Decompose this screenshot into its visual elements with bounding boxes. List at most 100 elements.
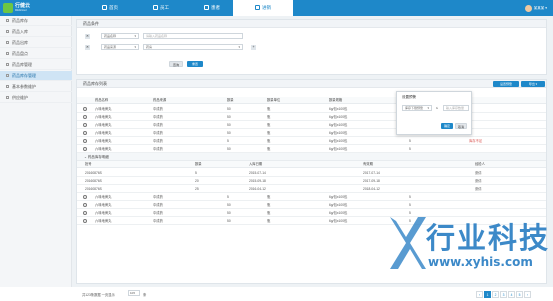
page-button[interactable]: 3 <box>500 291 507 298</box>
reset-button[interactable]: 重置 <box>187 61 203 67</box>
remove-condition-button[interactable]: ✕ <box>85 34 90 39</box>
popup-title: 设置预警 <box>402 95 416 99</box>
cell-spec: 6g/包x100包 <box>329 211 348 215</box>
col-header: 有效期 <box>363 162 373 166</box>
sidebar-item-stock-management[interactable]: 药品库存管理 <box>0 71 72 81</box>
logo-subtitle: MEDcloud <box>15 9 27 12</box>
cell-qty: 50 <box>227 115 231 119</box>
cell-source: 中成药 <box>153 131 163 135</box>
col-header: 药品来源 <box>153 98 167 102</box>
menu-icon <box>6 41 9 45</box>
table-row[interactable]: 六味地黄丸中成药50瓶6g/包x100包5 <box>77 145 546 153</box>
next-page-button[interactable]: › <box>524 291 531 298</box>
page-size-select[interactable]: 10▾ <box>128 290 140 296</box>
drug-source-select[interactable]: 药房 ▾ <box>143 44 243 50</box>
query-button[interactable]: 查询 <box>169 61 183 67</box>
sidebar-item-supply[interactable]: 供应维护 <box>0 93 72 103</box>
chevron-down-icon: ▾ <box>238 45 240 49</box>
cell-source: 中成药 <box>153 211 163 215</box>
gear-icon[interactable] <box>83 193 87 201</box>
cell-qty: 20 <box>195 179 199 183</box>
cell-unit: 瓶 <box>267 219 271 223</box>
logo-mark-icon <box>3 3 13 13</box>
condition-field-select[interactable]: 药品来源 ▾ <box>101 44 139 50</box>
cell-name: 六味地黄丸 <box>95 107 112 111</box>
gear-icon[interactable] <box>83 137 87 145</box>
cell-source: 中成药 <box>153 107 163 111</box>
table-row[interactable]: 六味地黄丸 中成药 5 瓶 6g/包x100包 5 库存不足 <box>77 137 546 145</box>
page-button[interactable]: 1 <box>484 291 491 298</box>
detail-row: 20160876S 20 2015-09-18 2017-09-18 张倩 <box>77 177 546 185</box>
sidebar-item-params[interactable]: 基本参数维护 <box>0 82 72 92</box>
table-row[interactable]: 六味地黄丸中成药50瓶6g/包x100包5 <box>77 113 546 121</box>
export-button[interactable]: 导出 ▾ <box>521 81 545 87</box>
cell-batch: 20160876S <box>85 187 102 191</box>
brand-watermark: 行业科技 www.xyhis.com <box>386 213 551 283</box>
cell-spec: 6g/包x100包 <box>329 219 348 223</box>
table-row[interactable]: 六味地黄丸中成药50瓶6g/包x100包5 <box>77 201 546 209</box>
cell-expiry: 2017-07-14 <box>363 171 380 175</box>
cell-spec: 6g/包x100包 <box>329 203 348 207</box>
cell-in_date: 2015-09-18 <box>249 179 266 183</box>
gear-icon[interactable] <box>83 145 87 153</box>
nav-inventory[interactable]: 进销 <box>233 0 293 16</box>
cell-name: 六味地黄丸 <box>95 211 112 215</box>
sidebar-item-count[interactable]: 药品盘点 <box>0 49 72 59</box>
stock-list-title: 药品库存列表 <box>77 80 546 88</box>
cancel-button[interactable]: 取消 <box>455 123 467 129</box>
gear-icon[interactable] <box>83 121 87 129</box>
gear-icon[interactable] <box>83 113 87 121</box>
cell-qty: 5 <box>195 171 197 175</box>
condition-field-select[interactable]: 药品名称 ▾ <box>101 33 139 39</box>
table-row[interactable]: 六味地黄丸中成药50瓶6g/包x100包5 <box>77 129 546 137</box>
warning-type-select[interactable]: 库存下限预警 ▾ <box>402 105 432 111</box>
sidebar-item-outbound[interactable]: 药品出库 <box>0 38 72 48</box>
gear-icon[interactable] <box>83 129 87 137</box>
cell-spec: 6g/包x100包 <box>329 139 348 143</box>
page-button[interactable]: 4 <box>508 291 515 298</box>
prev-page-button[interactable]: ‹ <box>476 291 483 298</box>
staff-icon <box>153 5 158 11</box>
table-row[interactable]: 六味地黄丸中成药50瓶6g/包x100包5 <box>77 121 546 129</box>
cell-unit: 瓶 <box>267 147 271 151</box>
patients-icon <box>204 5 209 11</box>
user-menu[interactable]: 某某某 ▾ <box>524 4 547 12</box>
detail-row: 20160876S 5 2015-07-14 2017-07-14 张倩 <box>77 169 546 177</box>
menu-icon <box>6 63 9 67</box>
page-button[interactable]: 2 <box>492 291 499 298</box>
table-row[interactable]: 六味地黄丸 中成药 5 瓶 6g/包x100包 5 <box>77 193 546 201</box>
operator-label: ≤ <box>436 106 438 110</box>
confirm-button[interactable]: 确定 <box>441 123 453 129</box>
avatar <box>524 4 532 12</box>
set-warning-button[interactable]: 设置预警 <box>493 81 519 87</box>
cell-source: 中成药 <box>153 195 163 199</box>
page-size-unit: 条 <box>143 293 147 297</box>
table-row[interactable]: 六味地黄丸中成药50瓶6g/包x100包5 <box>77 105 546 113</box>
sidebar: 药品库存 药品入库 药品出库 药品盘点 药品库管理 药品库存管理 基本参数维护 … <box>0 16 72 287</box>
warning-qty-input[interactable]: 输入库存数量 <box>443 105 469 111</box>
detail-section-header[interactable]: ⌄ 药品库存明细 <box>77 153 546 161</box>
chevron-down-icon: ▾ <box>134 45 136 49</box>
cell-source: 中成药 <box>153 139 163 143</box>
sidebar-item-inbound[interactable]: 药品入库 <box>0 27 72 37</box>
drug-name-input[interactable]: 请输入药品名称 <box>143 33 243 39</box>
gear-icon[interactable] <box>83 201 87 209</box>
gear-icon[interactable] <box>83 217 87 225</box>
cell-name: 六味地黄丸 <box>95 195 112 199</box>
gear-icon[interactable] <box>83 105 87 113</box>
cell-spec: 6g/包x100包 <box>329 195 348 199</box>
sidebar-item-warehouse[interactable]: 药品库管理 <box>0 60 72 70</box>
add-condition-button[interactable]: + <box>251 45 256 50</box>
page-button[interactable]: 5 <box>516 291 523 298</box>
menu-icon <box>6 96 9 100</box>
sidebar-item-stock[interactable]: 药品库存 <box>0 16 72 26</box>
cell-min: 5 <box>409 195 411 199</box>
gear-icon[interactable] <box>83 209 87 217</box>
warning-settings-popup: 设置预警 库存下限预警 ▾ ≤ 输入库存数量 确定 取消 <box>396 91 472 135</box>
inventory-icon <box>255 5 260 11</box>
cell-source: 中成药 <box>153 123 163 127</box>
remove-condition-button[interactable]: ✕ <box>85 45 90 50</box>
cell-source: 中成药 <box>153 219 163 223</box>
cell-in_date: 2016-04-12 <box>249 187 266 191</box>
cell-qty: 50 <box>227 219 231 223</box>
